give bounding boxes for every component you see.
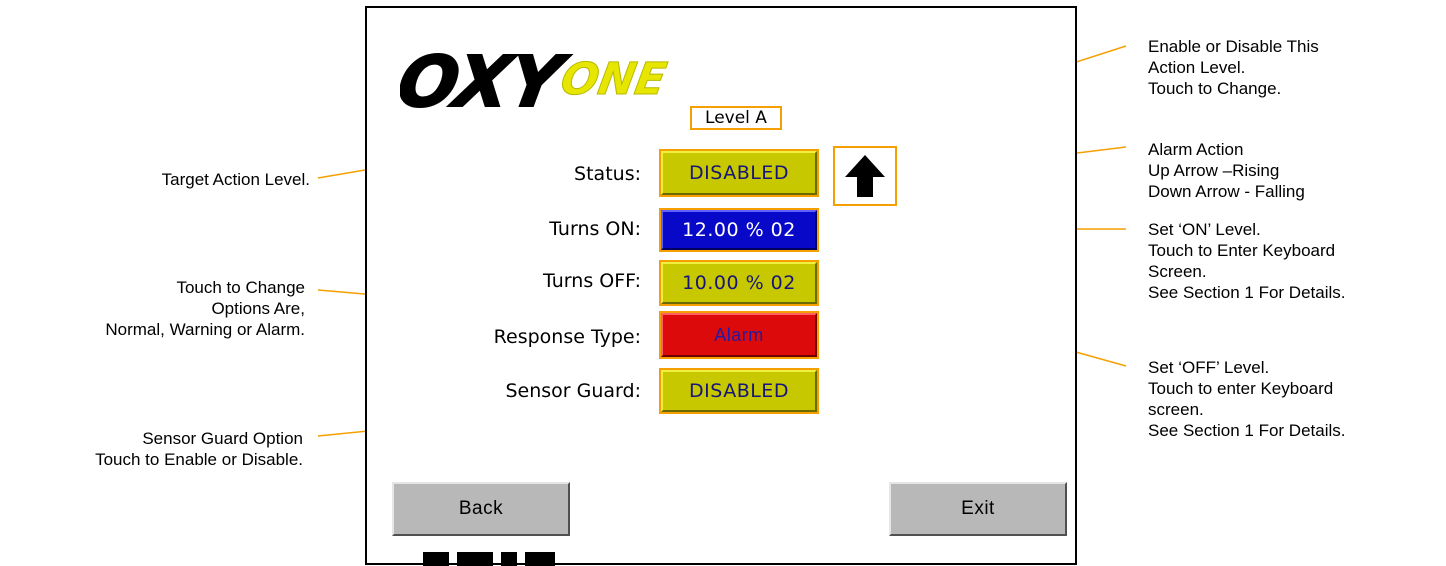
alarm-direction-button[interactable] xyxy=(833,146,897,206)
sensor-guard-label: Sensor Guard: xyxy=(505,380,641,402)
callout-set-on-level: Set ‘ON’ Level. Touch to Enter Keyboard … xyxy=(1148,220,1346,302)
level-badge: Level A xyxy=(690,106,782,130)
callout-sensor-guard-option: Sensor Guard Option Touch to Enable or D… xyxy=(95,429,303,469)
logo-oxy-text: OXY xyxy=(400,42,575,118)
oxyone-logo: OXY ONE xyxy=(400,42,670,118)
back-button[interactable]: Back xyxy=(392,482,570,536)
up-arrow-icon xyxy=(845,155,885,197)
exit-button[interactable]: Exit xyxy=(889,482,1067,536)
response-type-label: Response Type: xyxy=(493,326,641,348)
device-screen: OXY ONE Level A Status: DISABLED Turns O… xyxy=(365,6,1077,566)
turns-on-label: Turns ON: xyxy=(549,218,641,240)
status-button[interactable]: DISABLED xyxy=(659,149,819,197)
status-label: Status: xyxy=(574,163,641,185)
bottom-logo-fragment xyxy=(423,552,555,566)
callout-set-off-level: Set ‘OFF’ Level. Touch to enter Keyboard… xyxy=(1148,358,1346,440)
turns-off-label: Turns OFF: xyxy=(543,270,641,292)
turns-on-button[interactable]: 12.00 % 02 xyxy=(659,208,819,252)
callout-enable-disable: Enable or Disable This Action Level. Tou… xyxy=(1148,37,1319,98)
callout-touch-to-change: Touch to Change Options Are, Normal, War… xyxy=(105,278,305,339)
callout-alarm-action: Alarm Action Up Arrow –Rising Down Arrow… xyxy=(1148,140,1305,201)
turns-off-button[interactable]: 10.00 % 02 xyxy=(659,260,819,306)
response-type-button[interactable]: Alarm xyxy=(659,311,819,359)
sensor-guard-button[interactable]: DISABLED xyxy=(659,368,819,414)
callout-target-action-level: Target Action Level. xyxy=(161,170,310,189)
logo-one-text: ONE xyxy=(557,54,670,105)
